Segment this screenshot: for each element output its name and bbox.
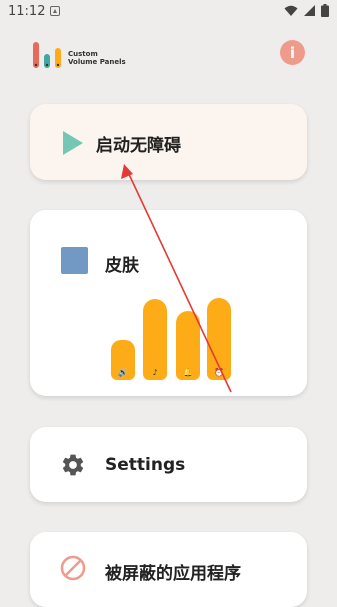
- status-bar: 11:12: [0, 0, 337, 24]
- info-icon: i: [289, 43, 296, 62]
- ringer-bell-icon: 🔔: [183, 368, 193, 377]
- volume-slider: ⏰: [207, 298, 231, 380]
- cellular-signal-icon: [304, 5, 315, 16]
- settings-card[interactable]: Settings: [30, 427, 307, 502]
- info-button[interactable]: i: [280, 40, 305, 65]
- volume-slider: 🔊: [111, 340, 135, 380]
- wifi-icon: [284, 5, 298, 16]
- music-note-icon: ♪: [152, 368, 158, 377]
- logo-icon: [33, 42, 61, 68]
- logo-line-1: Custom: [68, 50, 98, 58]
- play-icon: [63, 131, 83, 155]
- skin-color-swatch: [61, 247, 88, 274]
- battery-icon: [321, 4, 329, 17]
- status-time: 11:12: [8, 4, 46, 19]
- volume-slider: ♪: [143, 299, 167, 380]
- logo-text: Custom Volume Panels: [68, 50, 126, 66]
- settings-label: Settings: [105, 455, 186, 475]
- blocked-apps-label: 被屏蔽的应用程序: [105, 564, 241, 584]
- logo-line-2: Volume Panels: [68, 58, 126, 66]
- blocked-apps-card[interactable]: 被屏蔽的应用程序: [30, 532, 307, 607]
- alarm-clock-icon: ⏰: [214, 368, 224, 377]
- start-accessibility-label: 启动无障碍: [96, 136, 181, 156]
- skin-label: 皮肤: [105, 256, 139, 276]
- speaker-icon: 🔊: [118, 368, 128, 377]
- block-icon: [60, 555, 86, 581]
- volume-slider: 🔔: [176, 311, 200, 380]
- start-accessibility-card[interactable]: 启动无障碍: [30, 104, 307, 180]
- status-indicators: [284, 4, 329, 17]
- notification-icon: [50, 6, 60, 16]
- gear-icon: [62, 454, 84, 476]
- app-logo: Custom Volume Panels: [32, 42, 172, 72]
- skin-card[interactable]: 皮肤 🔊 ♪ 🔔 ⏰: [30, 210, 307, 396]
